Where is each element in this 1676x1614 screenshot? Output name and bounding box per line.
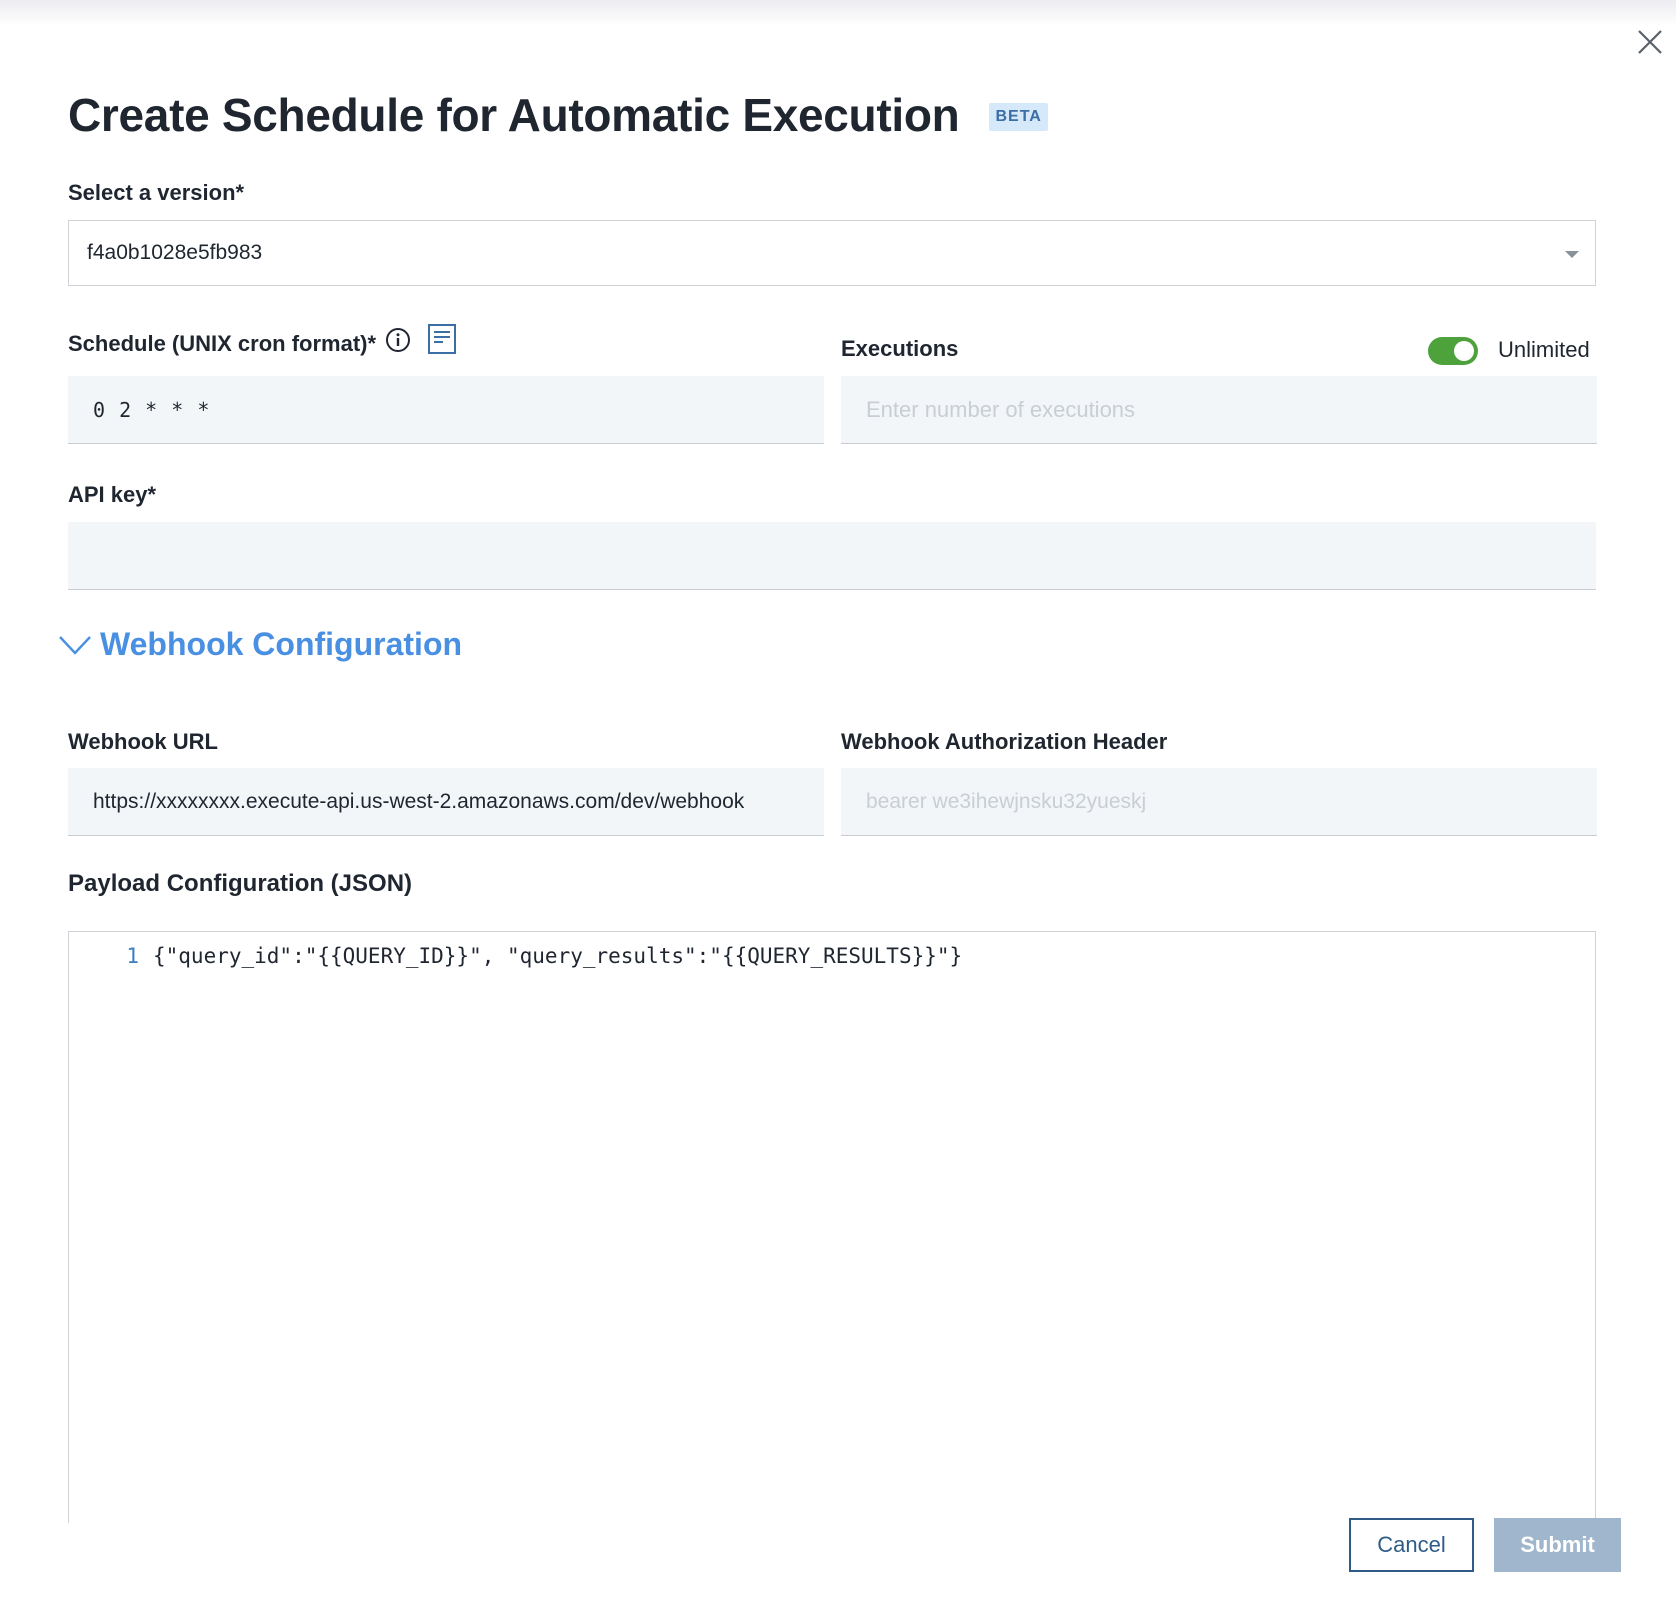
- webhook-section-title: Webhook Configuration: [100, 626, 463, 662]
- webhook-auth-input[interactable]: bearer we3ihewjnsku32yueskj: [841, 768, 1597, 836]
- toggle-knob: [1454, 341, 1474, 361]
- top-shadow: [0, 0, 1676, 26]
- info-icon: [386, 328, 410, 352]
- webhook-url-label: Webhook URL: [68, 729, 218, 754]
- executions-input[interactable]: Enter number of executions: [841, 376, 1597, 444]
- dialog-header: Create Schedule for Automatic Execution …: [68, 88, 1048, 142]
- payload-editor[interactable]: 1 {"query_id":"{{QUERY_ID}}", "query_res…: [68, 931, 1596, 1523]
- docs-button[interactable]: [426, 322, 458, 356]
- webhook-section-toggle[interactable]: Webhook Configuration: [58, 626, 462, 663]
- cancel-button[interactable]: Cancel: [1349, 1518, 1474, 1572]
- version-value: f4a0b1028e5fb983: [87, 241, 263, 264]
- webhook-auth-label: Webhook Authorization Header: [841, 729, 1168, 754]
- chevron-down-icon: [1565, 251, 1579, 258]
- unlimited-label: Unlimited: [1498, 337, 1590, 362]
- editor-line: 1 {"query_id":"{{QUERY_ID}}", "query_res…: [69, 944, 962, 968]
- chevron-down-icon: [59, 635, 91, 655]
- schedule-label: Schedule (UNIX cron format)*: [68, 331, 377, 356]
- document-icon: [428, 324, 456, 354]
- webhook-url-input[interactable]: https://xxxxxxxx.execute-api.us-west-2.a…: [68, 768, 824, 836]
- line-number: 1: [126, 944, 139, 968]
- beta-badge: BETA: [989, 103, 1048, 131]
- dialog-title: Create Schedule for Automatic Execution: [68, 89, 960, 141]
- info-button[interactable]: [384, 326, 412, 354]
- unlimited-toggle[interactable]: [1428, 337, 1478, 365]
- payload-code: {"query_id":"{{QUERY_ID}}", "query_resul…: [153, 944, 963, 968]
- version-label: Select a version*: [68, 180, 245, 205]
- schedule-input[interactable]: 0 2 * * *: [68, 376, 824, 444]
- executions-label: Executions: [841, 336, 959, 361]
- submit-button[interactable]: Submit: [1494, 1518, 1621, 1572]
- close-icon: [1638, 30, 1662, 54]
- api-key-label: API key*: [68, 482, 157, 507]
- payload-label: Payload Configuration (JSON): [68, 870, 413, 897]
- version-select[interactable]: f4a0b1028e5fb983: [68, 220, 1596, 286]
- close-button[interactable]: [1632, 24, 1668, 60]
- api-key-input[interactable]: [68, 522, 1596, 590]
